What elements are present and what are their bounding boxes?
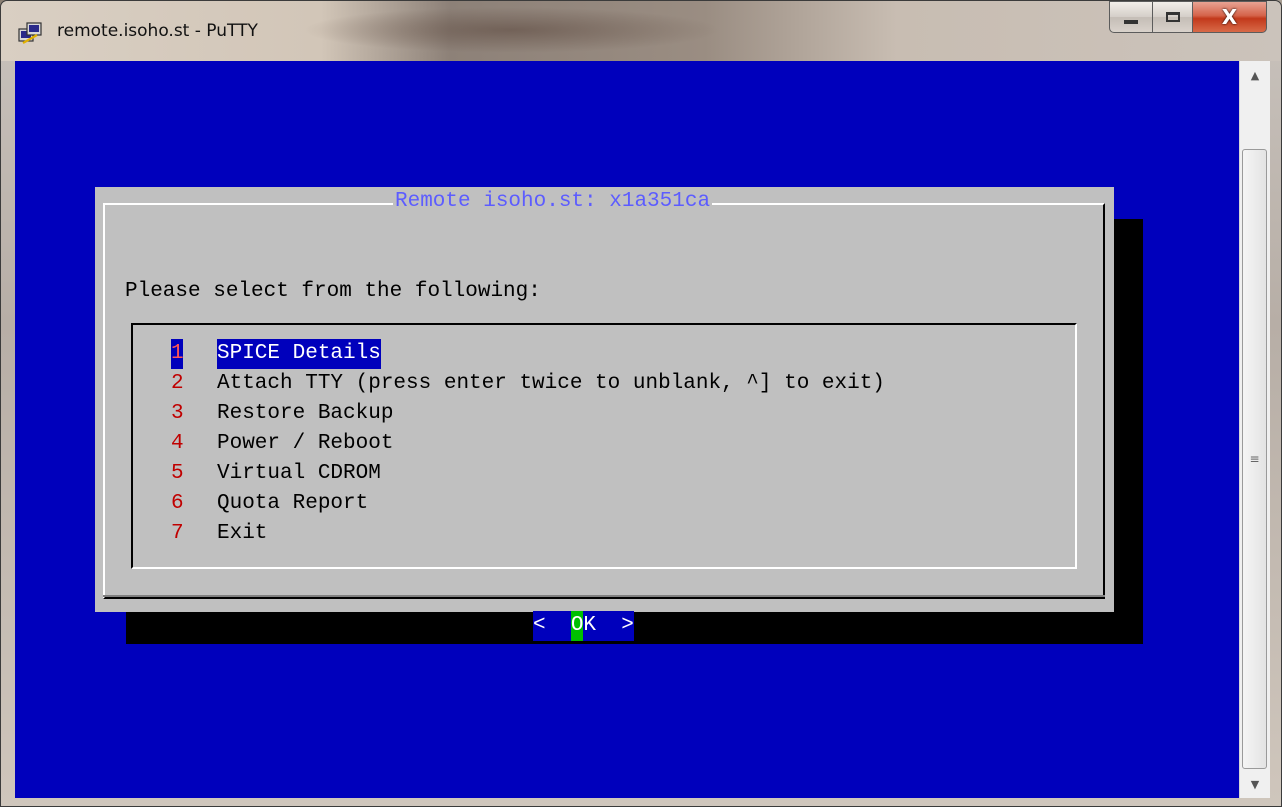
menu-item-key: 3 [171,402,184,425]
maximize-icon [1165,12,1180,22]
title-bar-background [301,7,721,53]
close-icon: X [1221,5,1238,29]
ok-button-hotkey: O [570,611,584,641]
menu-item-label: Quota Report [217,492,369,515]
ok-button-right: K > [583,614,634,637]
menu-list: 1 SPICE Details 2 Attach TTY (press enter … [131,323,1077,569]
menu-item-key: 4 [171,432,184,455]
menu-dialog: Remote isoho.st: x1a351ca Please select … [95,187,1114,641]
menu-item-key: 5 [171,462,184,485]
menu-item-label: Power / Reboot [217,432,394,455]
close-button[interactable]: X [1193,1,1267,33]
menu-item-key: 7 [171,522,184,545]
ok-button[interactable]: < OK > [533,611,634,641]
menu-item-key: 1 [171,339,184,369]
button-divider [103,595,1105,597]
minimize-button[interactable] [1109,1,1153,33]
menu-item-label: Virtual CDROM [217,462,381,485]
menu-item-virtual-cdrom[interactable]: 5 Virtual CDROM [171,459,381,489]
ok-button-left: < [533,614,571,637]
menu-item-exit[interactable]: 7 Exit [171,519,267,549]
minimize-icon [1124,20,1138,24]
menu-item-label: Restore Backup [217,402,394,425]
menu-item-attach-tty[interactable]: 2 Attach TTY (press enter twice to unblan… [171,369,885,399]
menu-item-key: 6 [171,492,184,515]
menu-item-label: SPICE Details [217,339,381,369]
dialog-prompt: Please select from the following: [125,280,541,303]
vertical-scrollbar[interactable]: ▲ ≡ ▼ [1239,61,1270,798]
putty-icon[interactable] [17,21,45,45]
putty-window: remote.isoho.st - PuTTY X Remote isoho.s… [0,0,1282,807]
terminal-screen[interactable]: Remote isoho.st: x1a351ca Please select … [15,61,1239,798]
menu-item-label: Attach TTY (press enter twice to unblank… [217,372,885,395]
menu-item-label: Exit [217,522,268,545]
scrollbar-thumb[interactable]: ≡ [1242,149,1267,769]
menu-item-restore-backup[interactable]: 3 Restore Backup [171,399,393,429]
scroll-down-arrow-icon[interactable]: ▼ [1240,770,1270,798]
menu-item-spice-details[interactable]: 1 SPICE Details [171,339,381,369]
menu-item-key: 2 [171,372,184,395]
window-title: remote.isoho.st - PuTTY [57,21,258,41]
dialog-title: Remote isoho.st: x1a351ca [393,189,713,215]
maximize-button[interactable] [1153,1,1193,33]
menu-item-quota-report[interactable]: 6 Quota Report [171,489,368,519]
scroll-up-arrow-icon[interactable]: ▲ [1240,61,1270,89]
scroll-grip-icon: ≡ [1249,452,1260,466]
menu-item-power-reboot[interactable]: 4 Power / Reboot [171,429,393,459]
window-controls: X [1109,1,1267,41]
title-bar[interactable]: remote.isoho.st - PuTTY X [1,1,1281,61]
